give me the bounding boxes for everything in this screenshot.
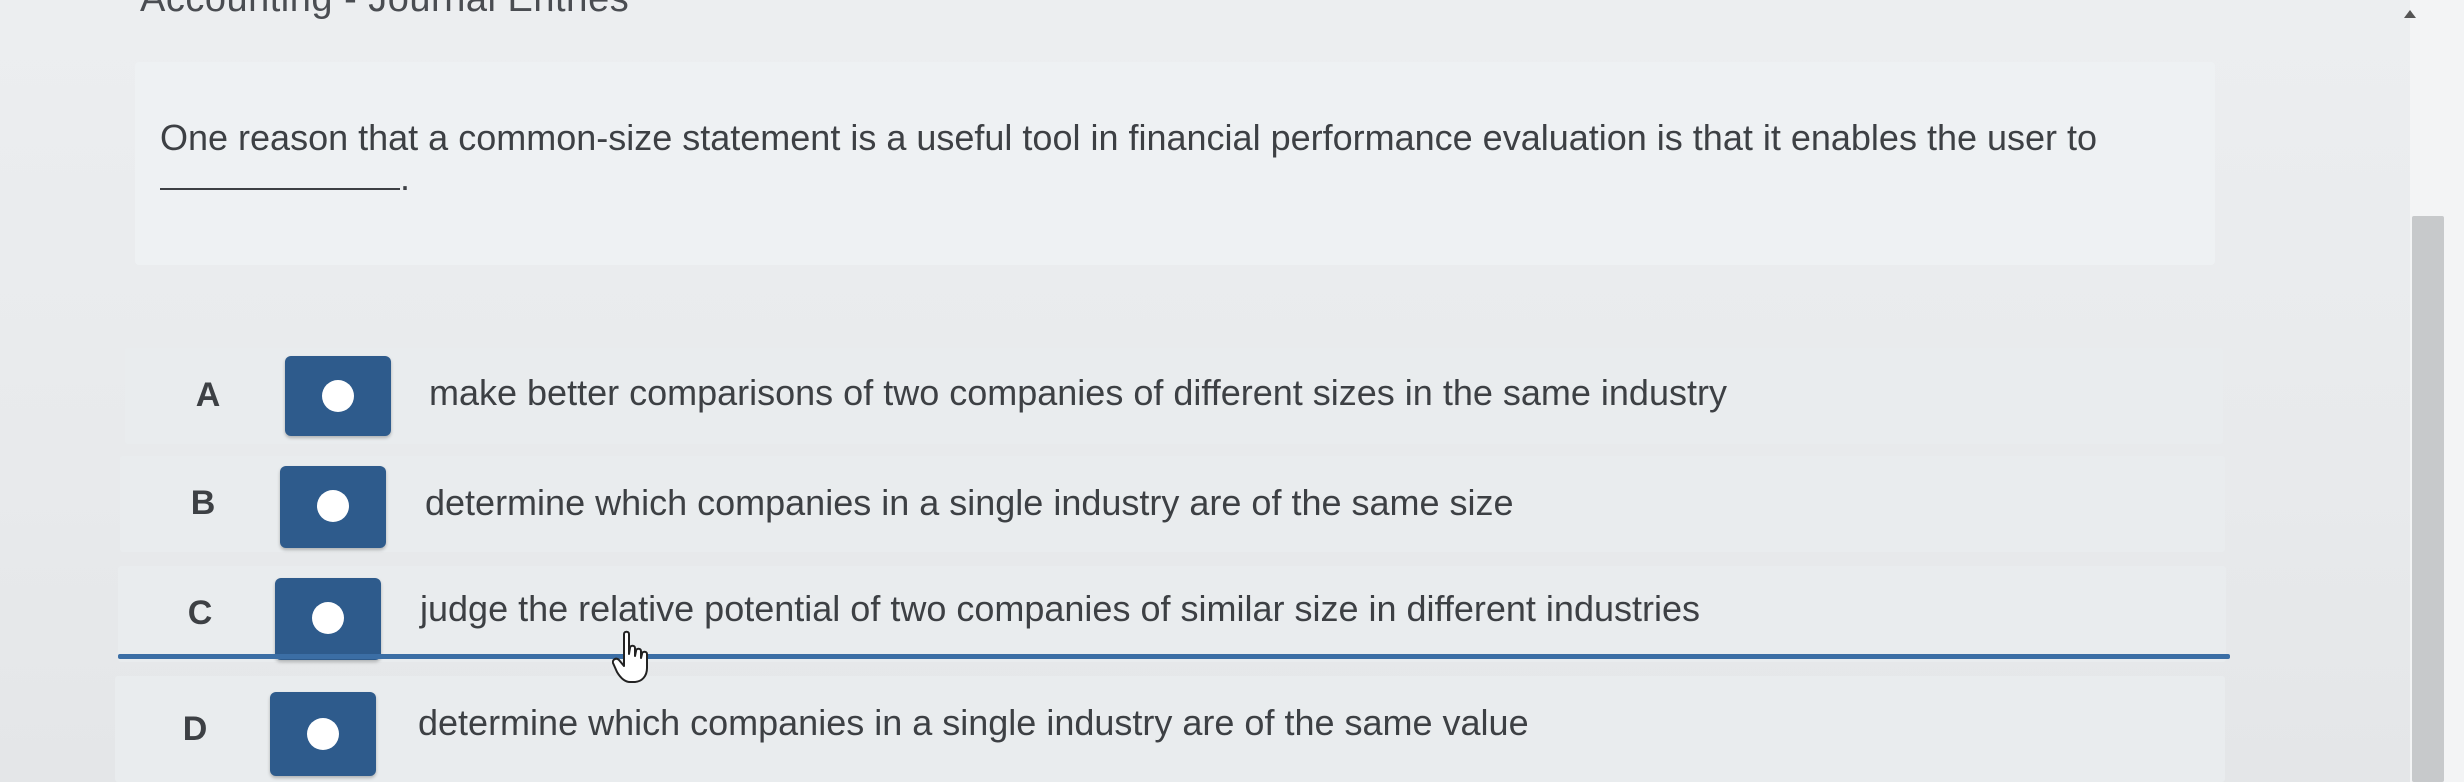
answer-blank: [160, 158, 400, 190]
radio-dot-icon: [307, 718, 339, 750]
option-b-radio[interactable]: [280, 466, 386, 548]
page-title: Accounting - Journal Entries: [140, 0, 629, 21]
page: Accounting - Journal Entries One reason …: [0, 0, 2464, 782]
option-c[interactable]: C judge the relative potential of two co…: [118, 566, 2226, 662]
question-suffix: .: [400, 157, 411, 198]
radio-dot-icon: [312, 602, 344, 634]
option-text: judge the relative potential of two comp…: [420, 588, 1701, 629]
option-letter: D: [182, 710, 208, 748]
option-a-radio[interactable]: [285, 356, 391, 436]
question-prompt: One reason that a common-size statement …: [160, 117, 2098, 158]
option-text: make better comparisons of two companies…: [429, 372, 1727, 413]
option-letter: C: [187, 594, 213, 632]
option-letter: A: [195, 376, 221, 414]
chevron-up-icon[interactable]: [2404, 10, 2416, 18]
option-text: determine which companies in a single in…: [418, 702, 1529, 743]
option-a[interactable]: A make better comparisons of two compani…: [125, 348, 2223, 444]
option-d[interactable]: D determine which companies in a single …: [115, 676, 2225, 782]
radio-dot-icon: [322, 380, 354, 412]
option-hover-underline: [118, 654, 2230, 659]
scrollbar-thumb[interactable]: [2412, 216, 2444, 782]
option-text: determine which companies in a single in…: [425, 482, 1514, 523]
option-b[interactable]: B determine which companies in a single …: [120, 456, 2225, 552]
radio-dot-icon: [317, 490, 349, 522]
option-c-radio[interactable]: [275, 578, 381, 660]
option-letter: B: [190, 484, 216, 522]
option-d-radio[interactable]: [270, 692, 376, 776]
question-text: One reason that a common-size statement …: [160, 118, 2160, 198]
hand-pointer-icon: [612, 630, 648, 683]
question-box: One reason that a common-size statement …: [135, 62, 2215, 265]
